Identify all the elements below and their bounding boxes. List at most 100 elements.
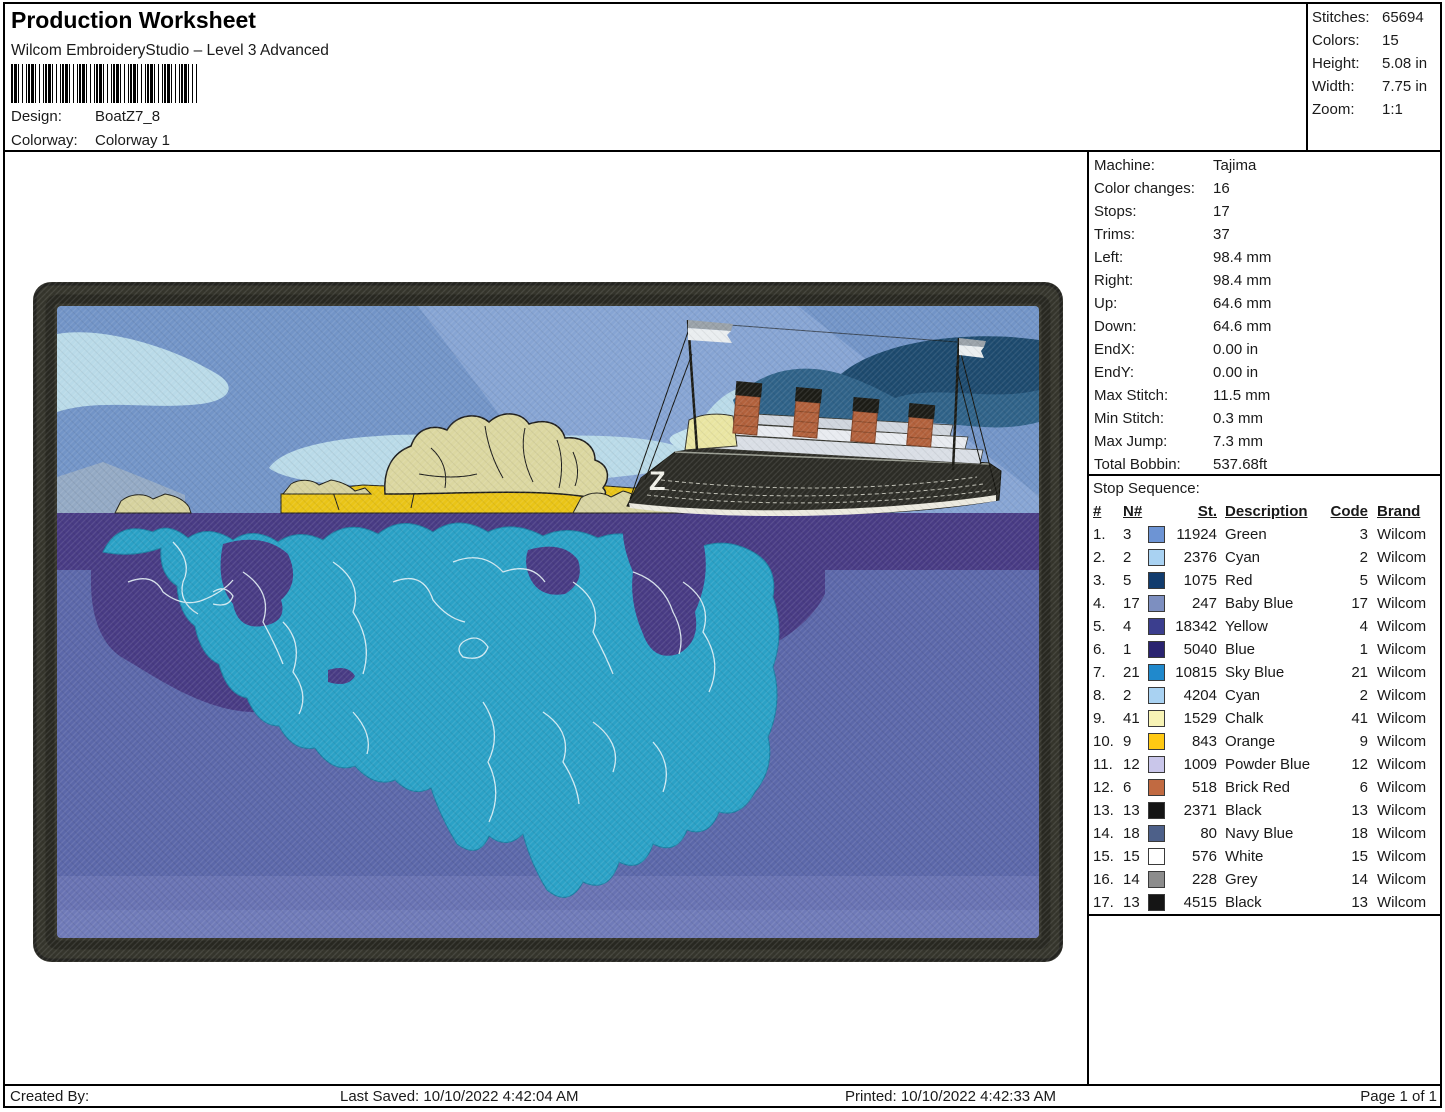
stop-row: 8.24204Cyan2Wilcom [1093,686,1442,708]
thread-brand: Wilcom [1377,525,1426,545]
machine-row: Stops:17 [1094,202,1439,224]
stop-row: 9.411529Chalk41Wilcom [1093,709,1442,731]
summary-label: Colors: [1312,32,1360,49]
needle-num: 6 [1123,778,1131,798]
stop-row: 7.2110815Sky Blue21Wilcom [1093,663,1442,685]
thread-brand: Wilcom [1377,732,1426,752]
thread-code: 13 [1305,801,1368,821]
machine-row: Machine:Tajima [1094,156,1439,178]
summary-label: Height: [1312,55,1360,72]
thread-code: 17 [1305,594,1368,614]
row-num: 3. [1093,571,1106,591]
stop-sequence-title: Stop Sequence: [1093,479,1200,499]
color-description: Orange [1225,732,1275,752]
machine-row: Total Bobbin:537.68ft [1094,455,1439,477]
color-description: Powder Blue [1225,755,1310,775]
color-swatch [1148,641,1165,658]
row-num: 4. [1093,594,1106,614]
machine-row: Up: 64.6 mm [1094,294,1439,316]
machine-value: 64.6 mm [1213,294,1271,314]
needle-num: 1 [1123,640,1131,660]
stop-row: 15.15576White15Wilcom [1093,847,1442,869]
thread-brand: Wilcom [1377,755,1426,775]
color-description: Chalk [1225,709,1263,729]
machine-row: Min Stitch: 0.3 mm [1094,409,1439,431]
row-num: 13. [1093,801,1114,821]
machine-value: 64.6 mm [1213,317,1271,337]
summary-row: Height: 5.08 in [1312,54,1440,76]
page-number: Page 1 of 1 [1337,1088,1437,1105]
row-num: 17. [1093,893,1114,913]
color-swatch [1148,825,1165,842]
needle-num: 12 [1123,755,1140,775]
row-num: 5. [1093,617,1106,637]
thread-brand: Wilcom [1377,640,1426,660]
summary-label: Stitches: [1312,9,1370,26]
page-subtitle: Wilcom EmbroideryStudio – Level 3 Advanc… [11,42,329,60]
machine-row: Trims:37 [1094,225,1439,247]
design-label: Design: [11,108,62,125]
thread-code: 2 [1305,686,1368,706]
thread-brand: Wilcom [1377,709,1426,729]
machine-label: Up: [1094,295,1117,312]
stop-row: 1.311924Green3Wilcom [1093,525,1442,547]
color-swatch [1148,871,1165,888]
row-num: 1. [1093,525,1106,545]
embroidery-design-preview: Z [33,282,1063,962]
thread-code: 41 [1305,709,1368,729]
machine-row: Right:98.4 mm [1094,271,1439,293]
needle-num: 2 [1123,686,1131,706]
col-header-code: Code [1305,502,1368,522]
machine-label: Machine: [1094,157,1155,174]
thread-code: 4 [1305,617,1368,637]
thread-brand: Wilcom [1377,548,1426,568]
thread-brand: Wilcom [1377,571,1426,591]
needle-num: 15 [1123,847,1140,867]
footer-divider [3,1084,1442,1086]
color-swatch [1148,894,1165,911]
stop-row: 4.17247Baby Blue17Wilcom [1093,594,1442,616]
stitch-count: 228 [1165,870,1217,890]
color-description: Brick Red [1225,778,1290,798]
stop-row: 6.15040Blue1Wilcom [1093,640,1442,662]
needle-num: 17 [1123,594,1140,614]
needle-num: 2 [1123,548,1131,568]
needle-num: 18 [1123,824,1140,844]
machine-value: 0.3 mm [1213,409,1263,429]
summary-value: 7.75 in [1382,77,1427,97]
embroidery-artwork: Z [33,282,1063,962]
summary-row: Colors: 15 [1312,31,1440,53]
thread-code: 6 [1305,778,1368,798]
machine-row: EndX:0.00 in [1094,340,1439,362]
needle-num: 13 [1123,893,1140,913]
right-panel-divider [1087,150,1089,1085]
stop-row: 16.14228Grey14Wilcom [1093,870,1442,892]
machine-value: 0.00 in [1213,340,1258,360]
row-num: 8. [1093,686,1106,706]
color-description: Blue [1225,640,1255,660]
col-header-num: # [1093,502,1101,522]
colorway-label: Colorway: [11,132,78,149]
needle-num: 4 [1123,617,1131,637]
summary-label: Zoom: [1312,101,1355,118]
summary-row: Stitches:65694 [1312,8,1440,30]
machine-row: Down: 64.6 mm [1094,317,1439,339]
row-num: 7. [1093,663,1106,683]
summary-value: 5.08 in [1382,54,1427,74]
stitch-count: 1075 [1165,571,1217,591]
machine-label: Min Stitch: [1094,410,1164,427]
stitch-count: 80 [1165,824,1217,844]
page-border-left [3,2,5,1108]
needle-num: 3 [1123,525,1131,545]
machine-label: Down: [1094,318,1137,335]
summary-value: 15 [1382,31,1399,51]
thread-code: 3 [1305,525,1368,545]
thread-code: 15 [1305,847,1368,867]
summary-label: Width: [1312,78,1355,95]
machine-label: Color changes: [1094,180,1195,197]
color-swatch [1148,779,1165,796]
thread-code: 2 [1305,548,1368,568]
needle-num: 13 [1123,801,1140,821]
thread-code: 1 [1305,640,1368,660]
row-num: 15. [1093,847,1114,867]
